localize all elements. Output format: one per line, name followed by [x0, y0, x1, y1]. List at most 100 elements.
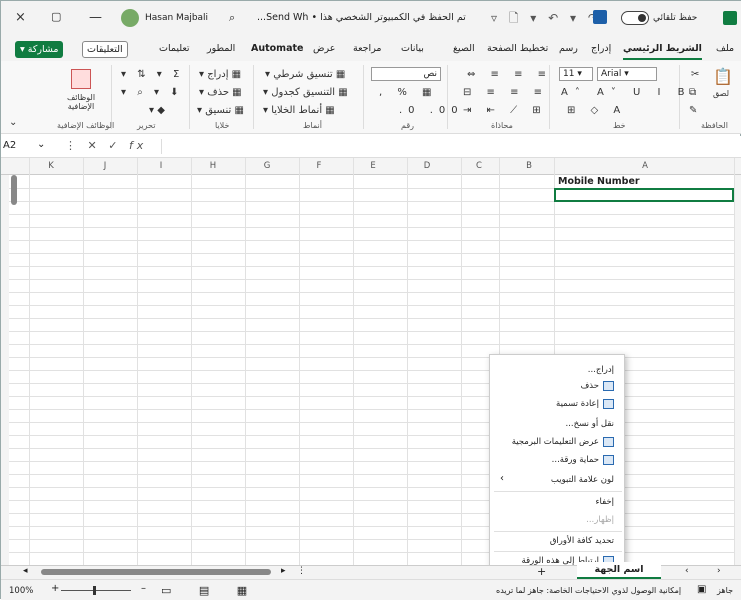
sort-autosum-buttons[interactable]: ▾ ⇅ ▾ Σ: [121, 69, 183, 80]
column-header-f[interactable]: F: [309, 161, 329, 171]
new-sheet-icon[interactable]: +: [537, 565, 546, 578]
zoom-slider-knob[interactable]: [93, 586, 96, 595]
format-painter-icon[interactable]: ✎: [689, 105, 697, 116]
menu-item-rename[interactable]: إعادة تسمية: [556, 399, 614, 409]
menu-item-move-copy[interactable]: نقل أو نسخ...: [565, 419, 614, 429]
paste-label[interactable]: لصق: [713, 89, 729, 98]
delete-cells-button[interactable]: ▦ حذف ▾: [199, 87, 242, 98]
column-header-e[interactable]: E: [363, 161, 383, 171]
account-button[interactable]: Hasan Majbali: [121, 9, 208, 27]
previous-sheet-icon[interactable]: ‹: [685, 566, 689, 576]
view-buttons[interactable]: ▭ ▤ ▦: [161, 584, 259, 597]
selected-cell-a2[interactable]: [554, 188, 734, 202]
menu-item-select-all-sheets[interactable]: تحديد كافة الأوراق: [550, 536, 614, 546]
row-gridline: [9, 279, 734, 280]
tab-review[interactable]: مراجعة: [353, 43, 382, 54]
zoom-level[interactable]: 100%: [9, 586, 33, 596]
insert-cells-button[interactable]: ▦ إدراج ▾: [199, 69, 241, 80]
name-box[interactable]: A2: [3, 140, 53, 151]
paste-icon[interactable]: 📋: [713, 67, 733, 86]
fx-icon[interactable]: fx: [129, 139, 147, 152]
menu-item-tab-color[interactable]: لون علامة التبويب: [551, 475, 614, 485]
format-cells-button[interactable]: ▦ تنسيق ▾: [197, 105, 244, 116]
tab-draw[interactable]: رسم: [559, 43, 578, 54]
column-header-g[interactable]: G: [257, 161, 277, 171]
formula-buttons[interactable]: ⋮ ✕ ✓ fx: [65, 139, 147, 152]
font-name-box[interactable]: Arial ▾: [597, 67, 657, 81]
alignment-middle-row[interactable]: ⊟ ≡ ≡ ≡: [463, 87, 548, 98]
column-header-k[interactable]: K: [41, 161, 61, 171]
tab-page-layout[interactable]: تخطيط الصفحة: [487, 43, 548, 54]
cut-icon[interactable]: ✂: [691, 69, 699, 80]
accessibility-status[interactable]: إمكانية الوصول لذوي الاحتياجات الخاصة: ج…: [496, 586, 681, 595]
menu-item-insert[interactable]: إدراج...: [588, 365, 614, 375]
format-as-table-button[interactable]: ▦ التنسيق كجدول ▾: [263, 87, 348, 98]
alignment-bottom-row[interactable]: ⇥ ⇤ ⟋ ⊞: [463, 105, 547, 116]
tab-help[interactable]: تعليمات: [159, 43, 190, 54]
addins-label[interactable]: الوظائف الإضافية: [63, 93, 99, 111]
column-header-b[interactable]: B: [519, 161, 539, 171]
alignment-top-row[interactable]: ⇔ ≡ ≡ ≡: [467, 69, 552, 80]
menu-item-protect-sheet[interactable]: حماية ورقة...: [552, 455, 614, 465]
document-title[interactable]: تم الحفظ في الكمبيوتر الشخصي هذا • Send …: [257, 12, 466, 23]
menu-item-hide[interactable]: إخفاء: [595, 497, 614, 507]
zoom-out-icon[interactable]: –: [141, 583, 146, 594]
vertical-scroll-thumb[interactable]: [11, 175, 17, 205]
name-box-dropdown-icon[interactable]: ⌄: [37, 139, 45, 150]
formula-input[interactable]: [161, 139, 736, 154]
tab-formulas[interactable]: الصيغ: [453, 43, 475, 54]
clear-button[interactable]: ▾ ◆: [149, 105, 165, 116]
toggle-switch[interactable]: [621, 11, 649, 25]
column-header-d[interactable]: D: [417, 161, 437, 171]
zoom-slider[interactable]: [61, 590, 131, 591]
column-header-h[interactable]: H: [203, 161, 223, 171]
cell-a1[interactable]: Mobile Number: [556, 175, 734, 188]
quick-access-toolbar[interactable]: ▿ 🗋 ▾ ↶ ▾ ↷: [491, 9, 602, 30]
share-button[interactable]: مشاركة ▾: [15, 41, 64, 58]
tab-automate[interactable]: Automate: [251, 43, 303, 54]
number-buttons[interactable]: , % ▦: [379, 87, 438, 98]
tab-insert[interactable]: إدراج: [591, 43, 611, 54]
tab-file[interactable]: ملف: [716, 43, 734, 54]
view-code-icon: [603, 437, 614, 447]
menu-item-view-code[interactable]: عرض التعليمات البرمجية: [512, 437, 614, 447]
collapse-ribbon-icon[interactable]: ⌄: [9, 117, 17, 128]
font-size-box[interactable]: 11 ▾: [559, 67, 593, 81]
comments-button[interactable]: التعليقات: [82, 41, 128, 58]
sheet-tab-active[interactable]: اسم الجهة الداخلية: [577, 562, 661, 591]
conditional-formatting-button[interactable]: ▦ تنسيق شرطي ▾: [265, 69, 345, 80]
addins-icon[interactable]: [71, 69, 91, 89]
column-header-a[interactable]: A: [635, 161, 655, 171]
column-header-j[interactable]: J: [95, 161, 115, 171]
scroll-left-icon[interactable]: ◂: [23, 566, 28, 576]
column-header-c[interactable]: C: [469, 161, 489, 171]
save-icon[interactable]: [593, 10, 607, 24]
minimize-window-button[interactable]: —: [89, 10, 102, 25]
menu-item-delete[interactable]: حذف: [580, 381, 614, 391]
horizontal-scroll-thumb[interactable]: [41, 569, 271, 575]
font-color-fill-border[interactable]: ⊞ ◇ A: [567, 105, 626, 116]
more-options-icon[interactable]: ⋮: [297, 566, 306, 576]
autosave-toggle[interactable]: حفظ تلقائي: [621, 11, 697, 25]
font-style-buttons[interactable]: A˄ A˅ U I B: [561, 87, 692, 98]
zoom-in-icon[interactable]: +: [51, 583, 59, 594]
column-gridline: [245, 158, 246, 565]
decimal-buttons[interactable]: .0 .00: [399, 105, 464, 116]
scroll-right-icon[interactable]: ▸: [281, 566, 286, 576]
menu-item-label: لون علامة التبويب: [550, 475, 614, 485]
tab-data[interactable]: بيانات: [401, 43, 424, 54]
next-sheet-icon[interactable]: ›: [717, 566, 721, 576]
search-icon[interactable]: ⌕: [229, 11, 235, 25]
tab-view[interactable]: عرض: [313, 43, 335, 54]
restore-window-button[interactable]: ▢: [51, 10, 61, 23]
tab-developer[interactable]: المطور: [207, 43, 235, 54]
vertical-scrollbar[interactable]: [1, 175, 9, 565]
display-settings-icon[interactable]: ▣: [697, 584, 706, 595]
close-window-button[interactable]: ×: [15, 10, 26, 25]
cell-styles-button[interactable]: ▦ أنماط الخلايا ▾: [263, 105, 335, 116]
number-format-box[interactable]: نص: [371, 67, 441, 81]
tab-home[interactable]: الشريط الرئيسي: [623, 43, 702, 60]
spreadsheet-grid[interactable]: K J I H G F E D C B A Mobile Number: [1, 158, 741, 565]
find-fill-buttons[interactable]: ▾ ⌕ ▾ ⬇: [121, 87, 183, 98]
column-header-i[interactable]: I: [151, 161, 171, 171]
